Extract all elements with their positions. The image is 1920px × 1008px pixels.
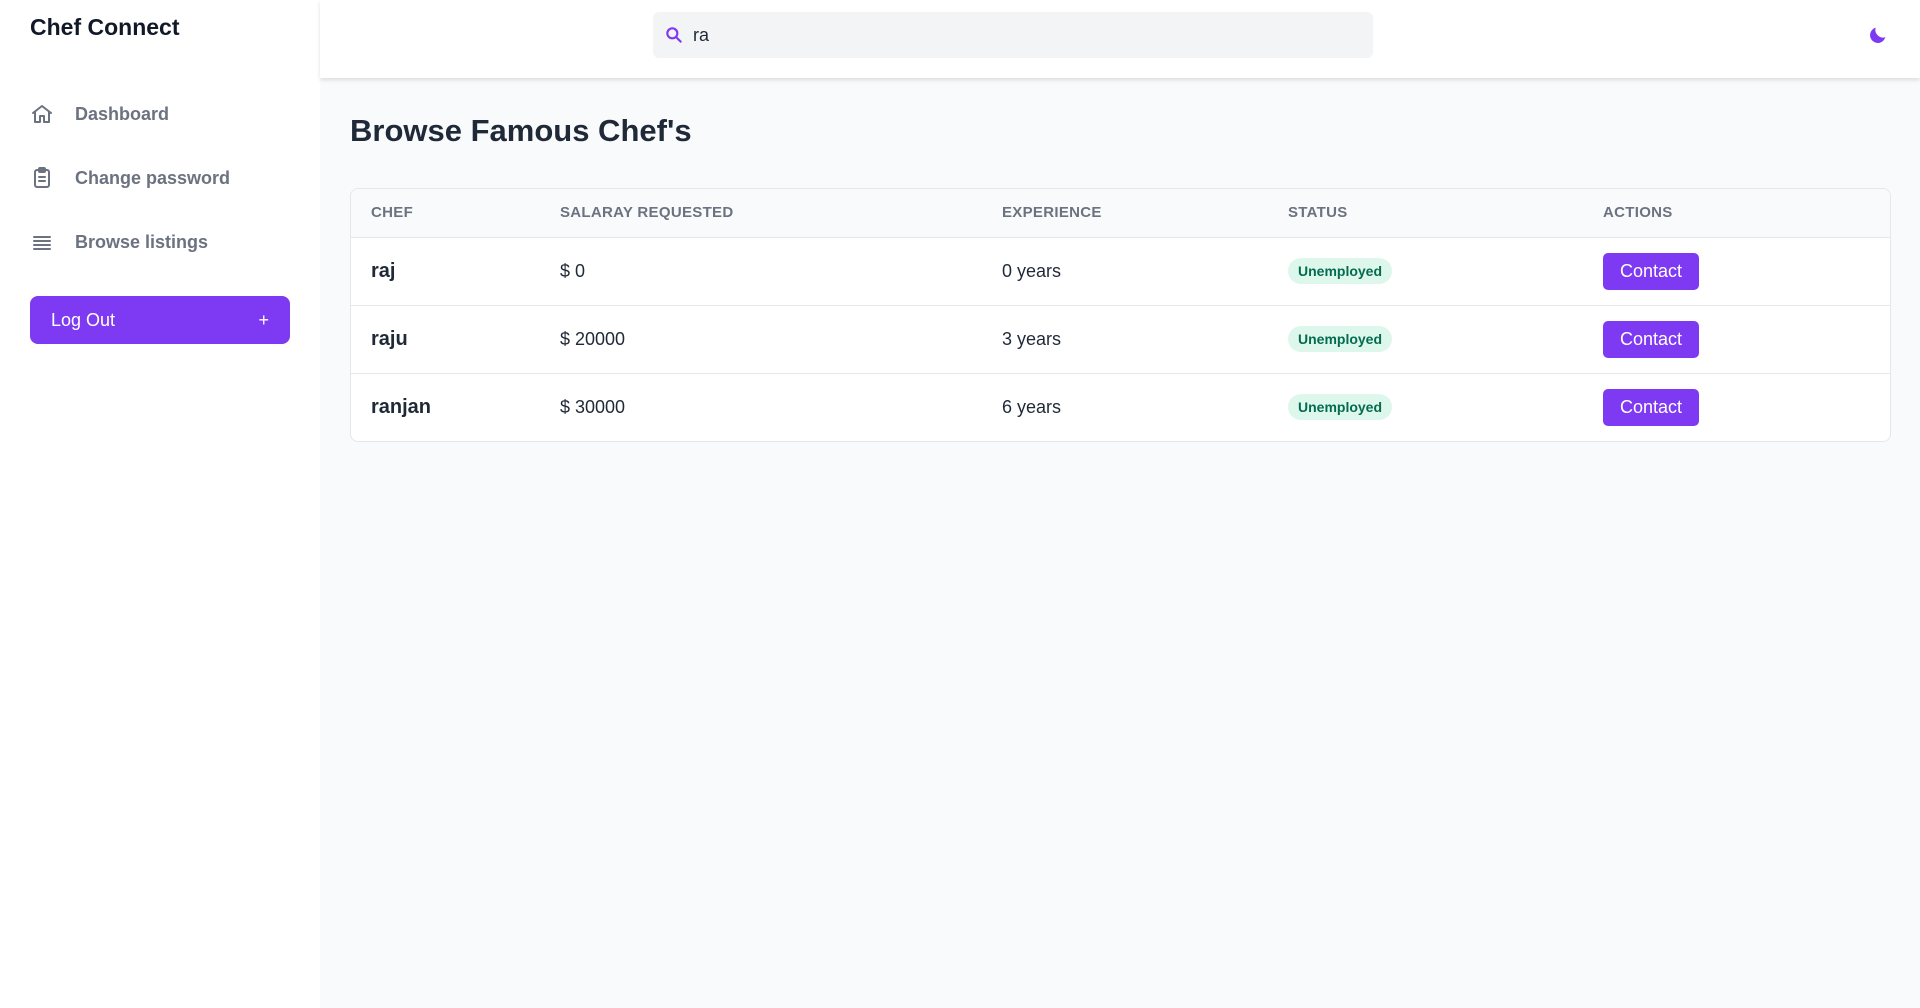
sidebar-item-label: Dashboard	[75, 103, 170, 124]
column-header-actions: ACTIONS	[1603, 189, 1890, 238]
moon-icon	[1867, 24, 1889, 51]
actions-cell: Contact	[1603, 373, 1890, 441]
column-header-experience: EXPERIENCE	[1002, 189, 1288, 238]
sidebar: Chef Connect Dashboard Change password B…	[0, 0, 320, 1008]
sidebar-item-browse-listings[interactable]: Browse listings	[0, 210, 320, 274]
status-cell: Unemployed	[1288, 373, 1603, 441]
table-row: raju $ 20000 3 years Unemployed Contact	[351, 305, 1890, 374]
sidebar-nav: Dashboard Change password Browse listing…	[0, 82, 320, 274]
clipboard-icon	[30, 166, 54, 190]
search-input[interactable]	[693, 15, 1353, 55]
contact-button[interactable]: Contact	[1603, 320, 1700, 358]
chefs-table-container: CHEF SALARAY REQUESTED EXPERIENCE STATUS…	[350, 188, 1891, 442]
logout-label: Log Out	[51, 309, 116, 330]
actions-cell: Contact	[1603, 237, 1890, 306]
sidebar-item-dashboard[interactable]: Dashboard	[0, 82, 320, 146]
theme-toggle-button[interactable]	[1863, 22, 1893, 52]
search-bar	[653, 12, 1373, 58]
sidebar-item-change-password[interactable]: Change password	[0, 146, 320, 210]
status-cell: Unemployed	[1288, 305, 1603, 374]
plus-icon: +	[258, 309, 269, 330]
table-row: ranjan $ 30000 6 years Unemployed Contac…	[351, 373, 1890, 441]
salary-cell: $ 30000	[560, 396, 626, 417]
contact-button[interactable]: Contact	[1603, 252, 1700, 290]
column-header-chef: CHEF	[351, 189, 560, 238]
top-header	[320, 0, 1920, 78]
experience-cell: 6 years	[1002, 396, 1062, 417]
chefs-table: CHEF SALARAY REQUESTED EXPERIENCE STATUS…	[351, 189, 1890, 441]
column-header-salary: SALARAY REQUESTED	[560, 189, 1002, 238]
app-title[interactable]: Chef Connect	[30, 14, 180, 41]
list-icon	[30, 230, 54, 254]
experience-cell: 0 years	[1002, 237, 1288, 306]
chef-name: raj	[351, 237, 560, 306]
chef-name: ranjan	[371, 395, 432, 418]
home-icon	[30, 102, 54, 126]
status-badge: Unemployed	[1288, 258, 1393, 284]
sidebar-item-label: Browse listings	[75, 231, 209, 252]
page-title: Browse Famous Chef's	[350, 113, 692, 148]
salary-cell: $ 0	[560, 237, 1002, 306]
column-header-status: STATUS	[1288, 189, 1603, 238]
table-header-row: CHEF SALARAY REQUESTED EXPERIENCE STATUS…	[351, 189, 1890, 238]
actions-cell: Contact	[1603, 305, 1890, 374]
status-badge: Unemployed	[1288, 326, 1393, 352]
status-cell: Unemployed	[1288, 237, 1603, 306]
logout-button[interactable]: Log Out +	[30, 296, 290, 344]
status-badge: Unemployed	[1288, 394, 1393, 421]
search-icon	[663, 24, 685, 46]
salary-cell: $ 20000	[560, 305, 1002, 374]
chef-name: raju	[351, 305, 560, 374]
table-row: raj $ 0 0 years Unemployed Contact	[351, 237, 1890, 306]
contact-button[interactable]: Contact	[1603, 388, 1700, 426]
sidebar-item-label: Change password	[75, 167, 231, 188]
experience-cell: 3 years	[1002, 305, 1288, 374]
